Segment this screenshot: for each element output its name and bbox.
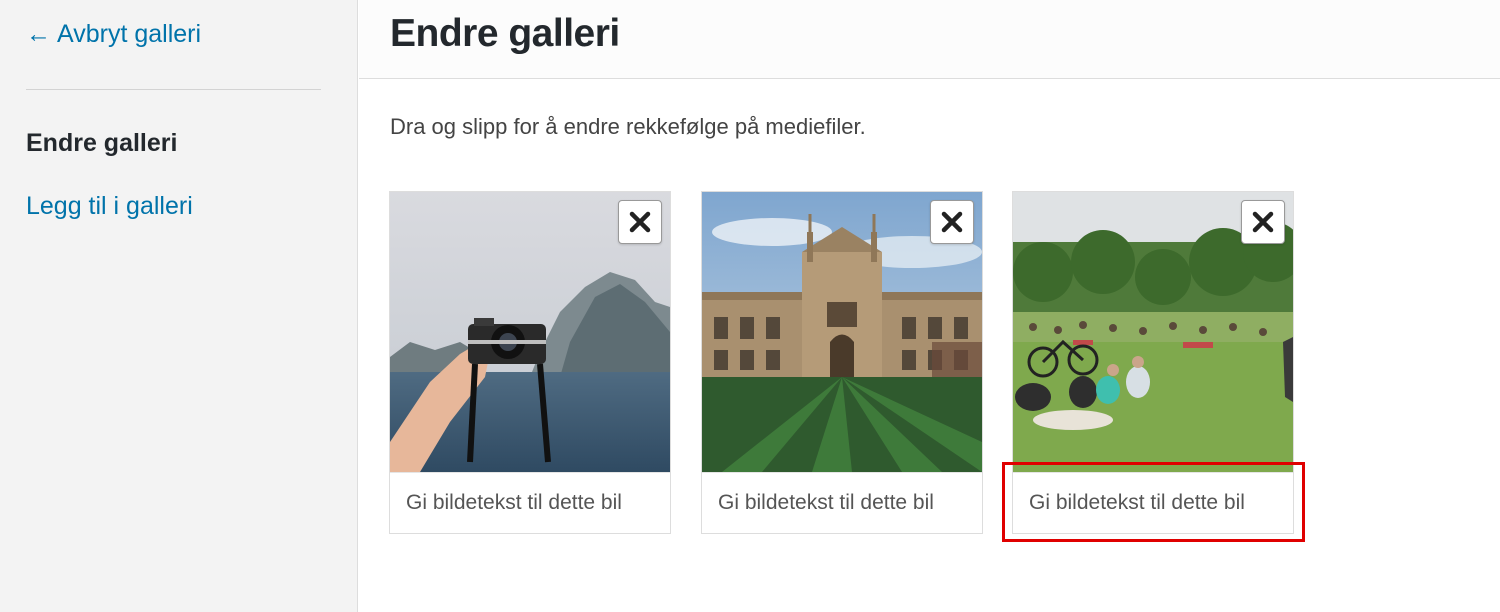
remove-image-button[interactable] [1241,200,1285,244]
header: Endre galleri [359,0,1500,79]
back-arrow-icon: ← [26,20,51,48]
close-icon [941,211,963,233]
close-icon [629,211,651,233]
instruction-text: Dra og slipp for å endre rekkefølge på m… [390,114,866,139]
gallery-item[interactable]: Gi bildetekst til dette bil [389,191,671,534]
remove-image-button[interactable] [618,200,662,244]
sidebar-divider [26,89,321,90]
sidebar-item-edit-gallery[interactable]: Endre galleri [26,129,177,158]
remove-image-button[interactable] [930,200,974,244]
gallery-item[interactable]: Gi bildetekst til dette bil [701,191,983,534]
close-icon [1252,211,1274,233]
sidebar: ← Avbryt galleri Endre galleri Legg til … [0,0,358,612]
gallery-item[interactable]: Gi bildetekst til dette bil [1012,191,1294,534]
cancel-gallery-label: Avbryt galleri [57,20,202,48]
page-title: Endre galleri [390,12,620,55]
caption-field[interactable]: Gi bildetekst til dette bil [390,472,670,533]
cancel-gallery-link[interactable]: ← Avbryt galleri [26,20,201,49]
caption-field[interactable]: Gi bildetekst til dette bil [702,472,982,533]
caption-field[interactable]: Gi bildetekst til dette bil [1013,472,1293,533]
sidebar-item-add-to-gallery[interactable]: Legg til i galleri [26,192,193,221]
